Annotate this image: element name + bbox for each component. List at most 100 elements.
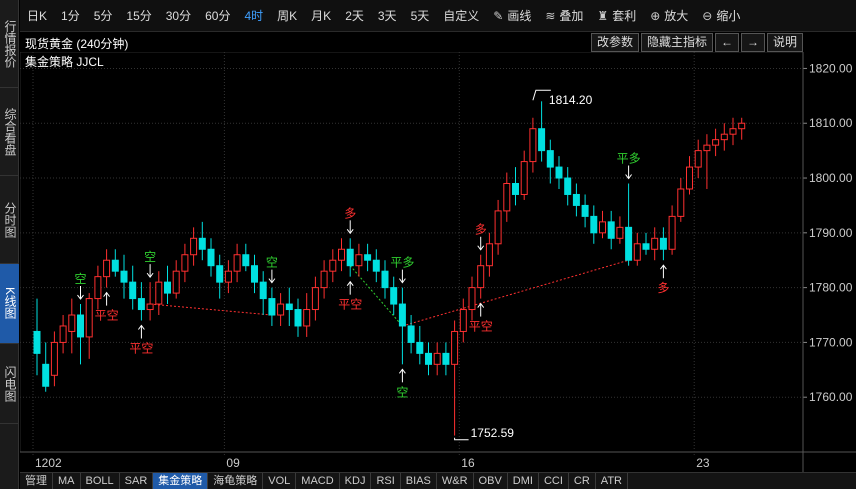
period-button-7[interactable]: 周K — [270, 0, 304, 32]
period-button-10[interactable]: 3天 — [371, 0, 404, 32]
candle-body — [355, 254, 363, 267]
indicator-tab-14[interactable]: CCI — [539, 473, 569, 489]
sidebar-tab-0[interactable]: 行情报价 — [0, 0, 19, 88]
candle-body — [285, 303, 293, 311]
indicator-tab-3[interactable]: SAR — [120, 473, 154, 489]
indicator-tab-8[interactable]: KDJ — [340, 473, 372, 489]
signal-label: 多 — [657, 281, 669, 295]
candle-body — [268, 298, 276, 316]
period-button-0[interactable]: 日K — [20, 0, 54, 32]
tool-label: 放大 — [664, 9, 689, 23]
indicator-tab-10[interactable]: BIAS — [401, 473, 437, 489]
candlestick-chart[interactable]: 1760.00 1770.00 1780.00 1790.00 1800.00 1810.… — [20, 52, 856, 472]
candle-body — [207, 248, 215, 267]
y-tick-label: 1810.00 — [809, 116, 853, 130]
signal-label: 多 — [344, 206, 356, 220]
y-tick-label: 1760.00 — [809, 390, 853, 404]
bag-button[interactable]: ♜ 套利 — [590, 0, 643, 32]
zoom-out-icon: ⊖ — [702, 8, 713, 23]
next-arrow-button[interactable]: → — [740, 33, 765, 52]
candle-body — [564, 177, 572, 195]
indicator-tab-11[interactable]: W&R — [437, 473, 474, 489]
candle-body — [686, 166, 693, 190]
signal-label: 平空 — [338, 298, 362, 312]
indicator-tab-13[interactable]: DMI — [508, 473, 539, 489]
candle-body — [512, 183, 519, 195]
candle-body — [137, 298, 145, 311]
indicator-tab-16[interactable]: ATR — [596, 473, 628, 489]
candle-body — [729, 128, 737, 135]
indicator-tab-7[interactable]: MACD — [296, 473, 340, 489]
period-button-6[interactable]: 4时 — [237, 0, 270, 32]
period-button-11[interactable]: 5天 — [404, 0, 437, 32]
sidebar-tab-1[interactable]: 综合看盘 — [0, 88, 19, 176]
extreme-value-label: 1752.59 — [471, 426, 515, 440]
signal-label: 空 — [74, 272, 86, 286]
candle-body — [485, 243, 493, 267]
candle-body — [599, 221, 606, 234]
signal-label: 空 — [266, 256, 278, 270]
signal-label: 平多 — [390, 256, 414, 270]
candle-body — [372, 259, 380, 272]
stack-button[interactable]: ≋ 叠加 — [538, 0, 590, 32]
indicator-tab-9[interactable]: RSI — [371, 473, 401, 489]
period-button-5[interactable]: 60分 — [198, 0, 237, 32]
signal-connector-line — [402, 259, 629, 327]
modify-params-button[interactable]: 改参数 — [590, 33, 639, 52]
candle-body — [625, 226, 633, 261]
candle-body — [459, 309, 467, 332]
indicator-tab-6[interactable]: VOL — [263, 473, 297, 489]
chart-title-bar: 现货黄金 (240分钟) 改参数 隐藏主指标 ← → 说明 — [20, 33, 803, 52]
candle-body — [433, 352, 441, 365]
indicator-tab-2[interactable]: BOLL — [81, 473, 120, 489]
candle-body — [720, 133, 728, 141]
candle-body — [381, 270, 389, 289]
period-button-2[interactable]: 5分 — [87, 0, 120, 32]
indicator-tab-0[interactable]: 管理 — [20, 473, 53, 489]
candle-body — [277, 303, 285, 316]
sidebar-tab-2[interactable]: 分时图 — [0, 176, 19, 264]
x-tick-label: 16 — [461, 456, 475, 470]
period-button-9[interactable]: 2天 — [338, 0, 371, 32]
indicator-tab-bar: 管理 MA BOLL SAR 集金策略 海龟策略 VOL MACD KDJ RSI BIAS W&R O… — [20, 472, 856, 489]
signal-label: 平多 — [617, 152, 641, 166]
candle-body — [407, 325, 415, 343]
y-tick-label: 1800.00 — [809, 171, 853, 185]
candle-body — [172, 270, 180, 294]
plot-frame — [20, 52, 804, 453]
candle-body — [103, 259, 111, 278]
hide-indicator-button[interactable]: 隐藏主指标 — [640, 33, 713, 52]
indicator-tab-4[interactable]: 集金策略 — [153, 473, 209, 489]
y-tick-label: 1770.00 — [809, 335, 853, 349]
candle-body — [451, 330, 459, 365]
indicator-tab-5[interactable]: 海龟策略 — [208, 473, 264, 489]
indicator-tab-1[interactable]: MA — [53, 473, 81, 489]
help-button[interactable]: 说明 — [766, 33, 803, 52]
signal-label: 空 — [396, 385, 408, 399]
candle-body — [659, 237, 667, 250]
title-buttons: 改参数 隐藏主指标 ← → 说明 — [589, 33, 803, 52]
indicator-tab-12[interactable]: OBV — [474, 473, 508, 489]
zoom-in-icon: ⊕ — [650, 8, 661, 23]
candle-body — [668, 215, 676, 250]
period-button-4[interactable]: 30分 — [159, 0, 198, 32]
candle-body — [259, 281, 267, 300]
period-button-3[interactable]: 15分 — [119, 0, 158, 32]
signal-connector-line — [150, 303, 272, 316]
zoom-out-button[interactable]: ⊖ 缩小 — [695, 0, 747, 32]
pencil-button[interactable]: ✎ 画线 — [486, 0, 538, 32]
period-button-8[interactable]: 月K — [304, 0, 338, 32]
candle-body — [555, 166, 563, 179]
tool-label: 画线 — [507, 9, 532, 23]
sidebar-tab-3[interactable]: K线图 — [0, 264, 19, 344]
period-button-12[interactable]: 自定义 — [436, 0, 486, 32]
candle-body — [216, 265, 224, 283]
sidebar-tab-4[interactable]: 闪电图 — [0, 344, 19, 424]
extreme-value-label: 1814.20 — [549, 93, 593, 107]
zoom-in-button[interactable]: ⊕ 放大 — [643, 0, 695, 32]
candle-body — [616, 226, 624, 239]
prev-arrow-button[interactable]: ← — [714, 33, 739, 52]
period-button-1[interactable]: 1分 — [54, 0, 87, 32]
period-toolbar: 日K 1分 5分 15分 30分 60分 4时 周K 月K 2天 3天 5天 自定义 ✎ 画线 ≋ 叠加 ♜ 套利 ⊕… — [20, 0, 856, 32]
indicator-tab-15[interactable]: CR — [569, 473, 596, 489]
